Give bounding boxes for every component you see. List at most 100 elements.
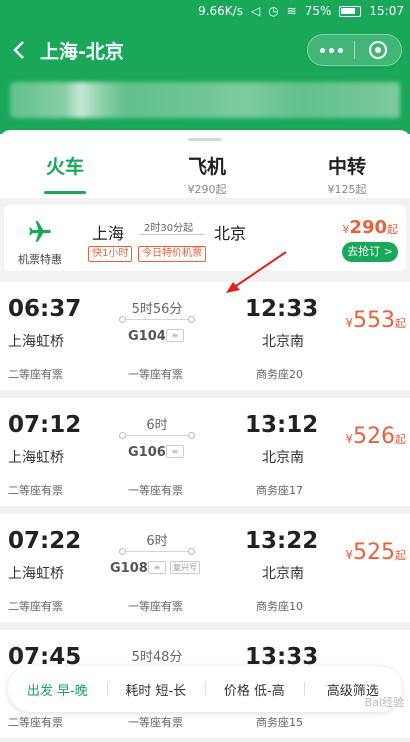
battery-icon	[339, 5, 362, 17]
close-circle-icon[interactable]	[355, 41, 401, 59]
blurred-banner	[10, 82, 400, 118]
passenger-info-icon: ≡	[148, 561, 166, 574]
clock: 15:07	[369, 4, 404, 18]
filter-price[interactable]: 价格 低-高	[205, 680, 304, 699]
mute-icon: ◁	[250, 4, 261, 18]
seat-first-class: 一等座有票	[128, 368, 183, 381]
ticket-price: ¥553起	[345, 308, 406, 333]
promo-price-suffix: 起	[387, 223, 398, 236]
plane-icon	[29, 221, 51, 242]
trip-duration: 5时48分	[131, 650, 183, 665]
page-title: 上海-北京	[40, 40, 124, 63]
promo-from: 上海	[92, 224, 125, 243]
promo-book-button[interactable]: 去抢订 >	[342, 242, 398, 262]
tab-transfer[interactable]: 中转 ¥125起	[320, 152, 374, 197]
seat-business-class: 商务座17	[256, 484, 303, 497]
train-row[interactable]: 07:22 6时 G108 ≡ 复兴号 13:22 上海虹桥 北京南 ¥525起…	[0, 514, 410, 622]
price-value: 525	[353, 540, 395, 565]
wifi-icon: ≋	[286, 4, 297, 18]
promo-price: ¥290起	[342, 217, 398, 238]
seat-second-class: 二等座有票	[8, 716, 63, 729]
tab-transfer-price: ¥125起	[327, 183, 367, 196]
seat-first-class: 一等座有票	[128, 716, 183, 729]
trip-duration: 5时56分	[131, 302, 183, 317]
trip-duration: 6时	[146, 418, 168, 433]
arrival-station: 北京南	[262, 334, 304, 350]
seat-second-class: 二等座有票	[8, 484, 63, 497]
departure-station: 上海虹桥	[8, 566, 64, 582]
price-suffix: 起	[395, 549, 406, 562]
arrival-station: 北京南	[262, 566, 304, 582]
promo-to: 北京	[214, 224, 247, 243]
tab-active-indicator	[44, 191, 86, 194]
tab-transfer-label: 中转	[327, 156, 366, 178]
promo-label: 机票特惠	[18, 253, 62, 266]
departure-time: 07:22	[8, 528, 82, 554]
seat-business-class: 商务座10	[256, 600, 303, 613]
price-symbol: ¥	[345, 316, 353, 330]
filter-departure[interactable]: 出发 早-晚	[8, 680, 107, 699]
status-left	[6, 4, 10, 18]
promo-duration-line	[139, 234, 205, 235]
seat-business-class: 商务座20	[256, 368, 303, 381]
price-symbol: ¥	[345, 548, 353, 562]
network-speed: 9.66K/s	[198, 4, 243, 18]
tab-train[interactable]: 火车	[44, 152, 86, 179]
seat-business-class: 商务座15	[256, 716, 303, 729]
tab-train-label: 火车	[45, 156, 84, 178]
transport-tabs: 火车 飞机 ¥290起 中转 ¥125起	[0, 130, 410, 198]
alarm-icon: ◷	[268, 4, 279, 18]
status-right: 9.66K/s ◁ ◷ ≋ 75% 15:07	[198, 4, 404, 18]
arrival-time: 13:22	[245, 528, 319, 554]
trip-duration: 6时	[146, 534, 168, 549]
annotation-arrow-icon	[226, 251, 287, 293]
arrival-time: 13:12	[245, 412, 319, 438]
ticket-price: ¥525起	[345, 540, 406, 565]
seat-first-class: 一等座有票	[128, 600, 183, 613]
tab-flight-price: ¥290起	[187, 183, 227, 196]
departure-station: 上海虹桥	[8, 334, 64, 350]
route-line	[119, 316, 195, 323]
fuxing-badge: 复兴号	[170, 561, 200, 574]
train-row[interactable]: 07:12 6时 G106 ≡ 13:12 上海虹桥 北京南 ¥526起 二等座…	[0, 398, 410, 506]
arrival-station: 北京南	[262, 450, 304, 466]
seat-first-class: 一等座有票	[128, 484, 183, 497]
back-button[interactable]	[0, 22, 38, 78]
header: 上海-北京	[0, 22, 410, 78]
promo-duration: 2时30分起	[144, 223, 194, 234]
departure-time: 06:37	[8, 296, 82, 322]
route-line	[119, 548, 195, 555]
flight-promo-card[interactable]: 机票特惠 上海 2时30分起 北京 快1小时 今日特价机票 ¥290起 去抢订 …	[4, 205, 406, 271]
watermark: Bai经验	[364, 696, 404, 709]
status-bar: 9.66K/s ◁ ◷ ≋ 75% 15:07	[0, 0, 410, 22]
filter-duration[interactable]: 耗时 短-长	[106, 680, 206, 699]
ticket-price: ¥526起	[345, 424, 406, 449]
train-row[interactable]: 06:37 5时56分 G104 ≡ 12:33 上海虹桥 北京南 ¥553起 …	[0, 282, 410, 390]
tab-flight[interactable]: 飞机 ¥290起	[180, 152, 234, 197]
price-symbol: ¥	[345, 432, 353, 446]
seat-second-class: 二等座有票	[8, 600, 63, 613]
route-line	[119, 432, 195, 439]
mini-program-capsule	[307, 34, 402, 66]
back-arrow-icon	[13, 41, 24, 59]
filter-bar: 出发 早-晚 耗时 短-长 价格 低-高 高级筛选	[8, 666, 402, 712]
price-suffix: 起	[395, 433, 406, 446]
price-value: 526	[353, 424, 395, 449]
promo-tag: 今日特价机票	[138, 246, 206, 262]
price-suffix: 起	[395, 317, 406, 330]
promo-price-value: 290	[349, 217, 387, 238]
seat-second-class: 二等座有票	[8, 368, 63, 381]
price-value: 553	[353, 308, 395, 333]
promo-tag: 快1小时	[88, 246, 133, 262]
battery-text: 75%	[304, 4, 332, 18]
more-dots-icon[interactable]	[308, 47, 354, 53]
tab-flight-label: 飞机	[187, 156, 226, 178]
departure-time: 07:12	[8, 412, 82, 438]
passenger-info-icon: ≡	[166, 445, 184, 458]
train-number: G108	[110, 561, 148, 576]
train-number: G104	[128, 329, 166, 344]
passenger-info-icon: ≡	[166, 329, 184, 342]
drag-handle[interactable]	[188, 138, 222, 141]
departure-station: 上海虹桥	[8, 450, 64, 466]
train-number: G106	[128, 445, 166, 460]
